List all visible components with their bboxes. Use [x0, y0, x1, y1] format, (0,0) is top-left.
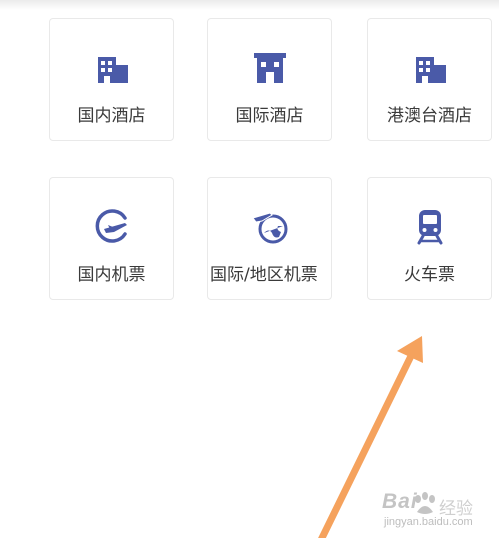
paw-icon — [415, 492, 435, 514]
annotation-arrow-icon — [318, 336, 423, 538]
watermark-url: jingyan.baidu.com — [384, 516, 473, 528]
baidu-jingyan-watermark: Bai 经验 jingyan.baidu.com — [382, 490, 497, 534]
